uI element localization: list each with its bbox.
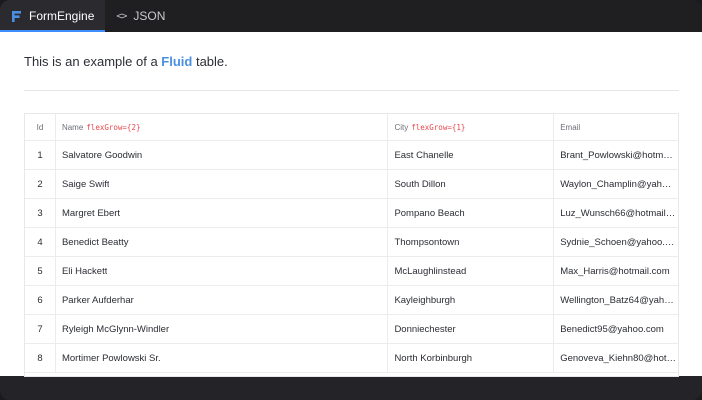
formengine-logo-icon [11, 10, 22, 23]
cell-email: Max_Harris@hotmail.com [560, 265, 670, 277]
intro-prefix: This is an example of a [24, 54, 162, 69]
header-name-code: flexGrow={2} [86, 122, 141, 132]
cell-email: Brant_Powlowski@hotmail.com [560, 149, 676, 161]
cell-name: Salvatore Goodwin [56, 141, 389, 169]
tab-label: FormEngine [29, 9, 95, 23]
cell-city: Pompano Beach [388, 199, 555, 227]
table-header-row: Id Name flexGrow={2} City flexGrow={1} Ema… [25, 114, 678, 141]
cell-id: 7 [25, 315, 56, 343]
cell-email: Luz_Wunsch66@hotmail.com [560, 207, 677, 219]
intro-suffix: table. [192, 54, 228, 69]
cell-city: East Chanelle [388, 141, 555, 169]
table-row[interactable]: 2 Saige Swift South Dillon Waylon_Champl… [25, 170, 678, 199]
table-row[interactable]: 4 Benedict Beatty Thompsontown Sydnie_Sc… [25, 228, 678, 257]
cell-name: Eli Hackett [56, 257, 389, 285]
header-city-label: City [394, 122, 409, 132]
fluid-table: Id Name flexGrow={2} City flexGrow={1} Ema… [24, 113, 679, 377]
header-email[interactable]: Email [554, 114, 678, 140]
cell-city: McLaughlinstead [388, 257, 555, 285]
cell-name: Parker Aufderhar [56, 286, 389, 314]
header-city[interactable]: City flexGrow={1} [388, 114, 555, 140]
table-row[interactable]: 1 Salvatore Goodwin East Chanelle Brant_… [25, 141, 678, 170]
cell-city: Kayleighburgh [388, 286, 555, 314]
table-row[interactable]: 3 Margret Ebert Pompano Beach Luz_Wunsch… [25, 199, 678, 228]
header-email-label: Email [560, 122, 581, 132]
cell-name: Mortimer Powlowski Sr. [56, 344, 389, 372]
cell-id: 3 [25, 199, 56, 227]
cell-name: Saige Swift [56, 170, 389, 198]
header-name-label: Name [61, 122, 84, 132]
app-window: FormEngine <> JSON This is an example of… [0, 0, 702, 400]
cell-city: Donniechester [388, 315, 555, 343]
cell-city: South Dillon [388, 170, 555, 198]
code-icon: <> [116, 10, 127, 22]
cell-city: Thompsontown [388, 228, 555, 256]
tab-formengine[interactable]: FormEngine [0, 0, 106, 32]
cell-id: 1 [25, 141, 56, 169]
cell-id: 2 [25, 170, 56, 198]
cell-id: 8 [25, 344, 56, 372]
intro-text: This is an example of a Fluid table. [24, 54, 228, 69]
cell-id: 4 [25, 228, 56, 256]
divider [24, 90, 679, 91]
cell-email: Benedict95@yahoo.com [560, 323, 664, 335]
cell-name: Benedict Beatty [56, 228, 389, 256]
cell-name: Margret Ebert [56, 199, 389, 227]
header-city-code: flexGrow={1} [411, 122, 466, 132]
header-id-label: Id [36, 122, 44, 132]
cell-email: Waylon_Champlin@yahoo.com [560, 178, 676, 190]
cell-id: 6 [25, 286, 56, 314]
tab-json[interactable]: <> JSON [105, 0, 176, 32]
cell-email: Sydnie_Schoen@yahoo.com [560, 236, 677, 248]
cell-email: Genoveva_Kiehn80@hotmail.com [560, 352, 676, 364]
table-row[interactable]: 8 Mortimer Powlowski Sr. North Korbinbur… [25, 344, 678, 373]
table-row[interactable]: 7 Ryleigh McGlynn-Windler Donniechester … [25, 315, 678, 344]
cell-city: North Korbinburgh [388, 344, 555, 372]
header-id[interactable]: Id [25, 114, 56, 140]
table-row[interactable]: 5 Eli Hackett McLaughlinstead Max_Harris… [25, 257, 678, 286]
tab-bar: FormEngine <> JSON [0, 0, 702, 32]
tab-label: JSON [133, 9, 166, 23]
preview-panel: This is an example of a Fluid table. Id … [0, 32, 702, 377]
intro-accent: Fluid [161, 54, 193, 69]
cell-email: Wellington_Batz64@yahoo.com [560, 294, 676, 306]
header-name[interactable]: Name flexGrow={2} [56, 114, 389, 140]
cell-id: 5 [25, 257, 56, 285]
cell-name: Ryleigh McGlynn-Windler [56, 315, 389, 343]
table-row[interactable]: 6 Parker Aufderhar Kayleighburgh Welling… [25, 286, 678, 315]
